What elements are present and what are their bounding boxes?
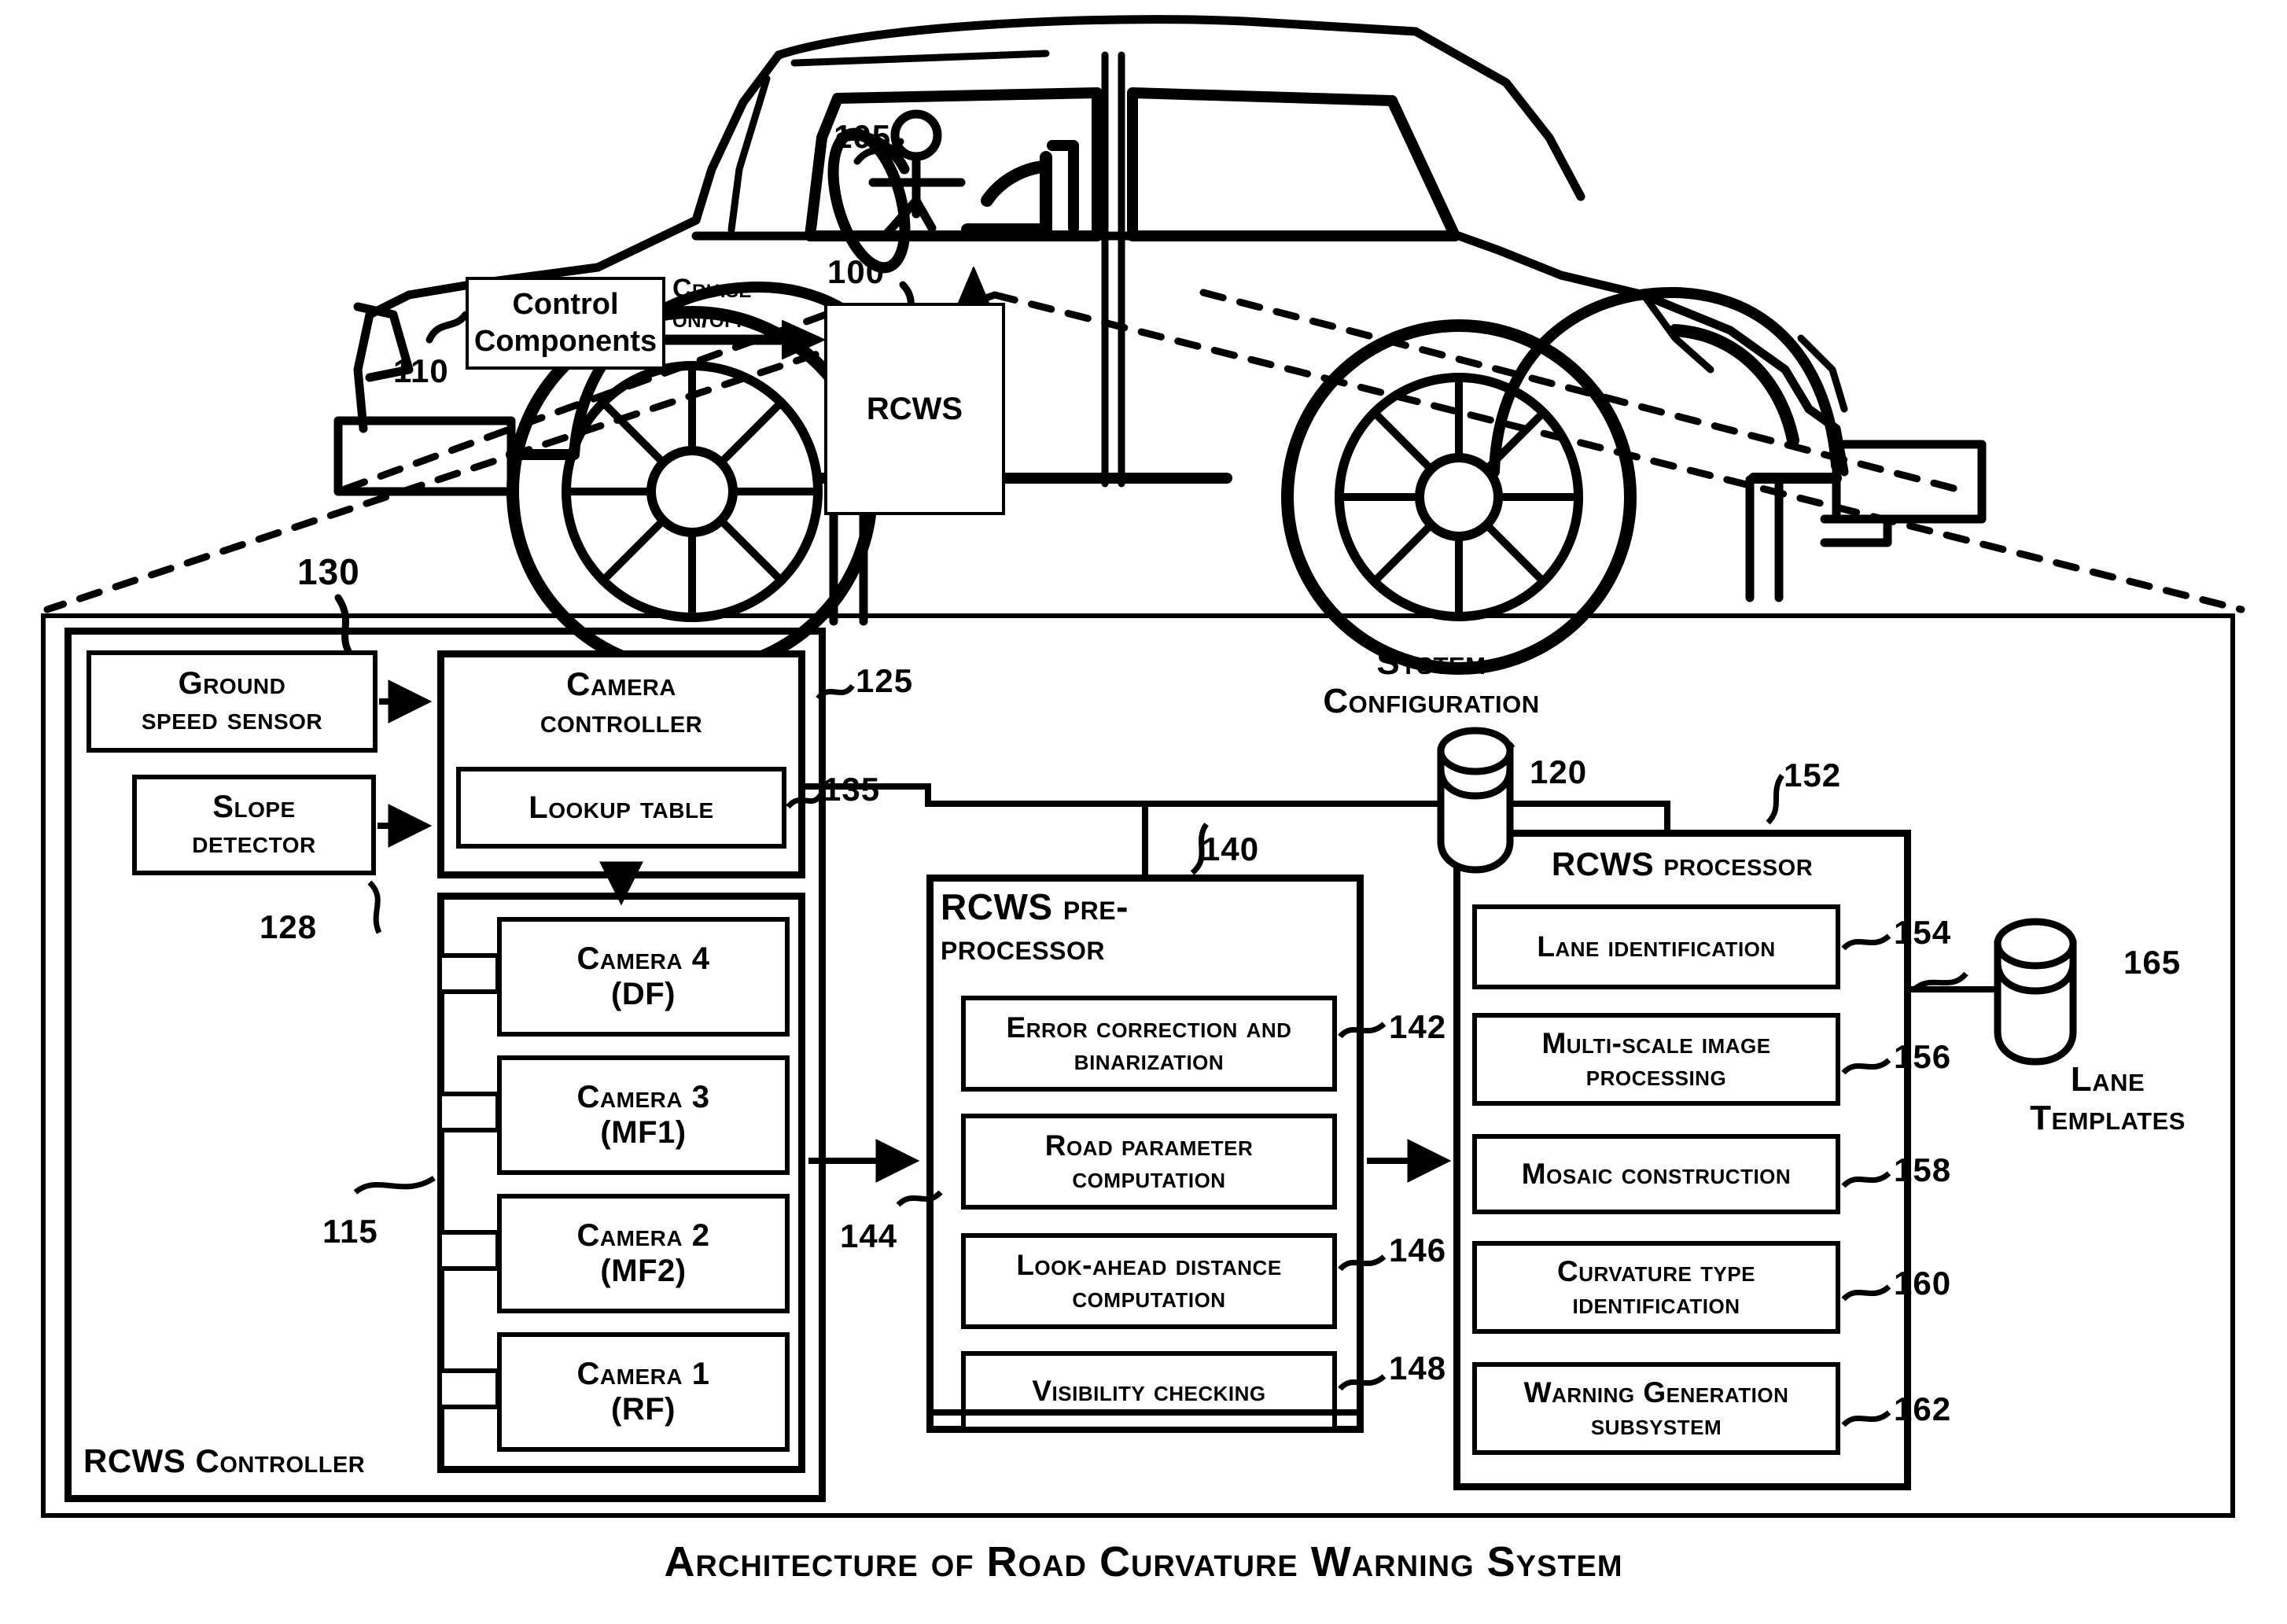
patent-figure: Control Components Cruise on/off RCWS 10…	[0, 0, 2287, 1624]
connector-layer	[353, 679, 2077, 1427]
system-configuration-db	[1437, 727, 1514, 874]
lane-templates-db	[1994, 918, 2077, 1066]
figure-caption: Architecture of Road Curvature Warning S…	[664, 1538, 1623, 1585]
